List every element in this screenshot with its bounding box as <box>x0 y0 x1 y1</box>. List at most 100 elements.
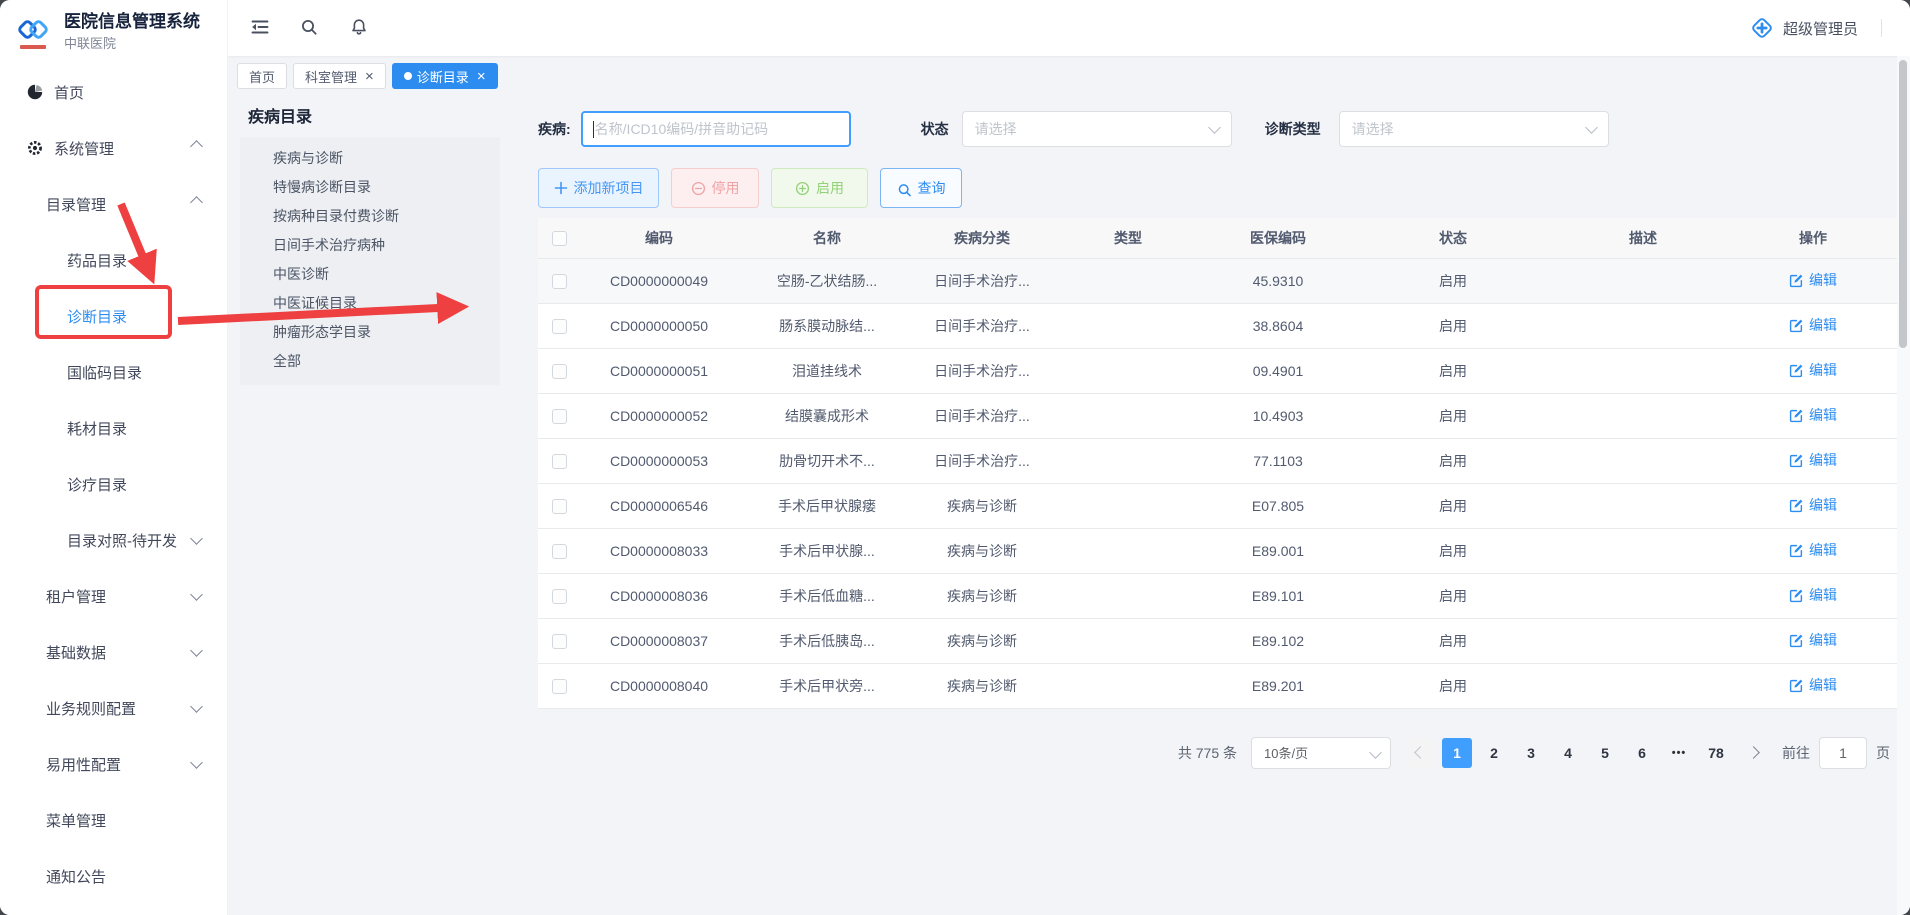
page-size-select[interactable]: 10条/页 <box>1251 737 1391 769</box>
panel-item-1[interactable]: 特慢病诊断目录 <box>240 173 500 202</box>
query-button[interactable]: 查询 <box>880 168 962 208</box>
page-button-2[interactable]: 2 <box>1479 738 1509 768</box>
disease-search-field[interactable] <box>595 121 839 137</box>
row-checkbox[interactable] <box>552 589 567 604</box>
cell-insurance_code: E07.805 <box>1208 483 1348 528</box>
enable-button[interactable]: 启用 <box>771 168 868 208</box>
cell-insurance_code: E89.201 <box>1208 663 1348 708</box>
minus-circle-icon <box>691 181 706 196</box>
row-checkbox[interactable] <box>552 274 567 289</box>
sidebar-item-10[interactable]: 基础数据 <box>0 624 227 680</box>
sidebar-item-label: 耗材目录 <box>67 418 127 439</box>
cell-code: CD0000008033 <box>580 528 738 573</box>
panel-item-3[interactable]: 日间手术治疗病种 <box>240 231 500 260</box>
user-area[interactable]: 超级管理员 <box>1750 16 1910 40</box>
column-header-4: 医保编码 <box>1208 218 1348 258</box>
sidebar-item-4[interactable]: 诊断目录 <box>0 288 227 344</box>
sidebar-item-1[interactable]: 系统管理 <box>0 120 227 176</box>
select-all-checkbox[interactable] <box>552 231 567 246</box>
row-checkbox[interactable] <box>552 499 567 514</box>
table-row: CD0000008037手术后低胰岛...疾病与诊断E89.102启用编辑 <box>538 618 1898 663</box>
edit-button[interactable]: 编辑 <box>1789 450 1837 470</box>
goto-page-input[interactable] <box>1819 737 1867 769</box>
table-row: CD0000000053肋骨切开术不...日间手术治疗...77.1103启用编… <box>538 438 1898 483</box>
row-checkbox[interactable] <box>552 364 567 379</box>
edit-icon <box>1789 588 1804 603</box>
page-button-6[interactable]: 6 <box>1627 738 1657 768</box>
sidebar-item-3[interactable]: 药品目录 <box>0 232 227 288</box>
edit-button[interactable]: 编辑 <box>1789 360 1837 380</box>
panel-item-5[interactable]: 中医证候目录 <box>240 289 500 318</box>
tab-0[interactable]: 首页 <box>237 63 287 89</box>
sidebar-item-14[interactable]: 通知公告 <box>0 848 227 904</box>
edit-button[interactable]: 编辑 <box>1789 540 1837 560</box>
edit-label: 编辑 <box>1809 585 1837 605</box>
fold-icon[interactable] <box>250 18 270 38</box>
sidebar-item-11[interactable]: 业务规则配置 <box>0 680 227 736</box>
edit-button[interactable]: 编辑 <box>1789 585 1837 605</box>
add-item-button[interactable]: 添加新项目 <box>538 168 659 208</box>
cell-checkbox <box>538 528 580 573</box>
panel-item-6[interactable]: 肿瘤形态学目录 <box>240 318 500 347</box>
tab-close-icon[interactable]: × <box>365 69 374 84</box>
table-row: CD0000000049空肠-乙状结肠...日间手术治疗...45.9310启用… <box>538 258 1898 303</box>
sidebar-item-9[interactable]: 租户管理 <box>0 568 227 624</box>
sidebar-item-8[interactable]: 目录对照-待开发 <box>0 512 227 568</box>
panel-item-2[interactable]: 按病种目录付费诊断 <box>240 202 500 231</box>
row-checkbox[interactable] <box>552 319 567 334</box>
tab-close-icon[interactable]: × <box>477 69 486 84</box>
edit-button[interactable]: 编辑 <box>1789 495 1837 515</box>
row-checkbox[interactable] <box>552 634 567 649</box>
edit-button[interactable]: 编辑 <box>1789 630 1837 650</box>
cell-type <box>1048 663 1208 708</box>
row-checkbox[interactable] <box>552 679 567 694</box>
diagnosis-type-select[interactable]: 请选择 <box>1339 111 1609 147</box>
scrollbar-thumb[interactable] <box>1899 60 1907 348</box>
sidebar-item-0[interactable]: 首页 <box>0 64 227 120</box>
status-filter-label: 状态 <box>921 119 949 139</box>
page-button-5[interactable]: 5 <box>1590 738 1620 768</box>
cell-code: CD0000006546 <box>580 483 738 528</box>
disease-search-input[interactable] <box>581 111 851 147</box>
sidebar-item-5[interactable]: 国临码目录 <box>0 344 227 400</box>
panel-item-4[interactable]: 中医诊断 <box>240 260 500 289</box>
edit-button[interactable]: 编辑 <box>1789 405 1837 425</box>
cell-checkbox <box>538 258 580 303</box>
cell-status: 启用 <box>1348 258 1558 303</box>
page-button-78[interactable]: 78 <box>1701 738 1731 768</box>
sidebar-item-label: 易用性配置 <box>46 754 121 775</box>
cell-insurance_code: 77.1103 <box>1208 438 1348 483</box>
edit-button[interactable]: 编辑 <box>1789 270 1837 290</box>
prev-page-button[interactable] <box>1405 738 1435 768</box>
pager-ellipsis[interactable]: ••• <box>1664 738 1694 768</box>
table-row: CD0000008036手术后低血糖...疾病与诊断E89.101启用编辑 <box>538 573 1898 618</box>
row-checkbox[interactable] <box>552 454 567 469</box>
panel-item-7[interactable]: 全部 <box>240 347 500 376</box>
sidebar-item-12[interactable]: 易用性配置 <box>0 736 227 792</box>
search-icon[interactable] <box>300 18 320 38</box>
status-select[interactable]: 请选择 <box>962 111 1232 147</box>
panel-item-0[interactable]: 疾病与诊断 <box>240 144 500 173</box>
page-button-3[interactable]: 3 <box>1516 738 1546 768</box>
sidebar-item-2[interactable]: 目录管理 <box>0 176 227 232</box>
tab-2[interactable]: 诊断目录× <box>392 63 498 89</box>
row-checkbox[interactable] <box>552 544 567 559</box>
cell-description <box>1558 663 1728 708</box>
sidebar-item-13[interactable]: 菜单管理 <box>0 792 227 848</box>
sidebar-item-7[interactable]: 诊疗目录 <box>0 456 227 512</box>
page-button-1[interactable]: 1 <box>1442 738 1472 768</box>
row-checkbox[interactable] <box>552 409 567 424</box>
cell-type <box>1048 618 1208 663</box>
disable-button[interactable]: 停用 <box>671 168 759 208</box>
next-page-button[interactable] <box>1738 738 1768 768</box>
edit-button[interactable]: 编辑 <box>1789 315 1837 335</box>
tab-1[interactable]: 科室管理× <box>293 63 386 89</box>
chevron-down-icon <box>190 700 203 713</box>
sidebar-item-6[interactable]: 耗材目录 <box>0 400 227 456</box>
edit-button[interactable]: 编辑 <box>1789 675 1837 695</box>
main-column: 超级管理员 首页科室管理×诊断目录× 疾病目录 疾病与诊断特慢病诊断目录按病种目… <box>228 0 1910 915</box>
page-button-4[interactable]: 4 <box>1553 738 1583 768</box>
bell-icon[interactable] <box>350 18 370 38</box>
table-row: CD0000008033手术后甲状腺...疾病与诊断E89.001启用编辑 <box>538 528 1898 573</box>
cell-status: 启用 <box>1348 393 1558 438</box>
